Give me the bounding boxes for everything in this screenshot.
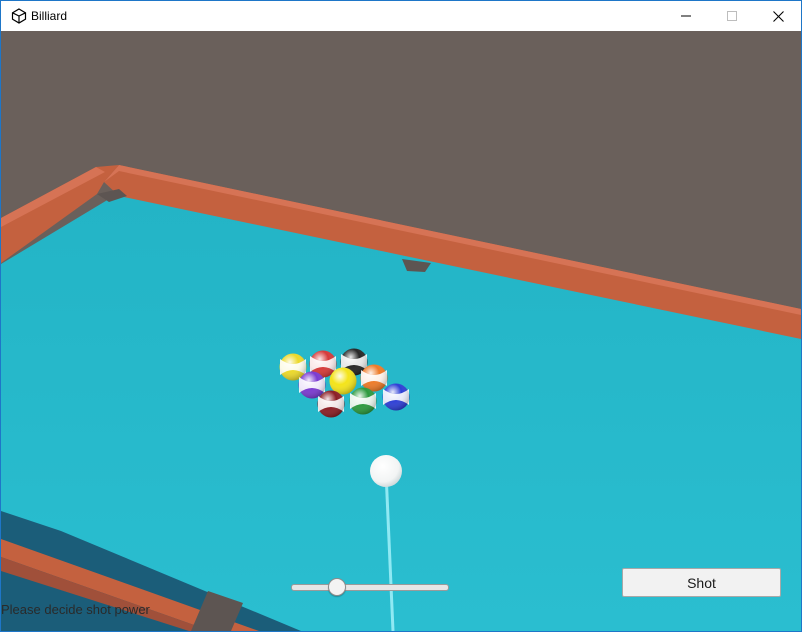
maroon-ball (317, 390, 345, 418)
orange-ball (360, 364, 388, 392)
game-viewport[interactable] (1, 31, 801, 631)
shot-button[interactable]: Shot (622, 568, 781, 597)
solid-yellow-ball (329, 367, 357, 395)
maximize-icon (727, 11, 737, 21)
maximize-button[interactable] (709, 1, 755, 31)
slider-handle[interactable] (328, 578, 347, 596)
cue-ball (370, 455, 402, 487)
green-ball (349, 387, 377, 415)
purple-ball (298, 371, 326, 399)
title-bar[interactable]: Billiard (1, 1, 801, 31)
window-title: Billiard (31, 9, 68, 23)
game-window: Billiard Shot Please decide shot power (0, 0, 802, 632)
close-button[interactable] (755, 1, 801, 31)
close-icon (772, 10, 784, 22)
shot-power-slider[interactable] (289, 577, 449, 597)
unity-logo-icon (11, 8, 27, 24)
minimize-button[interactable] (663, 1, 709, 31)
minimize-icon (681, 15, 691, 17)
blue-ball (382, 383, 410, 411)
slider-track[interactable] (291, 584, 449, 591)
